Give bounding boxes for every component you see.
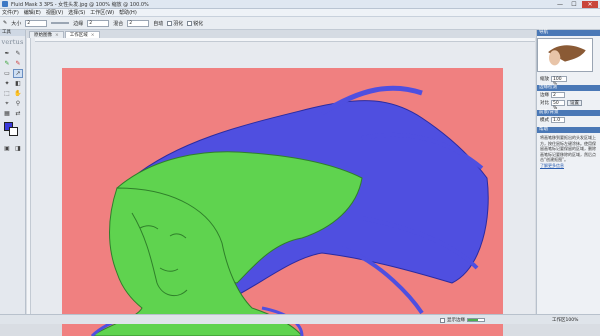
mode-field[interactable]: 1.0 xyxy=(551,117,565,123)
edge-row-field[interactable]: 2 xyxy=(551,92,565,98)
blend-label: 混合 xyxy=(113,20,124,27)
brush-icon[interactable]: ✎ xyxy=(13,49,23,58)
mode-row: 模式 1.0 xyxy=(537,116,600,124)
help-text-box: 将画笔移到要抠出的头发区域上方，按住鼠标左键涂抹。使用保留画笔标记要保留的区域，… xyxy=(537,133,600,170)
menu-workspace[interactable]: 工作区(W) xyxy=(90,9,114,16)
help-link[interactable]: 了解更多信息 xyxy=(540,163,564,168)
thumbnail-face xyxy=(549,50,561,66)
zoom-field[interactable]: 100 % xyxy=(551,76,567,87)
right-panel: 导航 缩放 100 % 边缘检测 边缘 2 对比 50 % 设置 前景/背景 模… xyxy=(536,30,600,314)
options-bar: ✎ 大小 2 边缘 2 混合 2 自动 羽化 锐化 xyxy=(0,17,600,30)
work-image[interactable] xyxy=(62,68,503,336)
window-title: Fluid Mask 3 3PS - 女性头发.jpg @ 100% 缩放 @ … xyxy=(11,1,149,8)
document-area: 原始图像 × 工作区域 × xyxy=(27,30,535,336)
status-bar: 显示边缘 工作区100% xyxy=(0,314,600,324)
lasso-icon[interactable]: ↗ xyxy=(13,69,23,78)
navigator-thumbnail[interactable] xyxy=(537,38,593,72)
zoom-row: 缩放 100 % xyxy=(537,76,600,87)
menu-help[interactable]: 帮助(H) xyxy=(119,9,137,16)
vertus-logo: vertus xyxy=(1,38,24,46)
tool-grid: ✒ ✎ ✎ ✎ ▭ ↗ ✦ ◧ ⬚ ✋ ⌖ ⚲ ▦ ⇄ xyxy=(0,48,25,119)
document-tabs: 原始图像 × 工作区域 × xyxy=(27,30,535,38)
menu-select[interactable]: 选择(S) xyxy=(68,9,85,16)
size-label: 大小 xyxy=(11,20,22,27)
view-original-icon[interactable]: ▣ xyxy=(2,144,12,153)
sharpen-label: 锐化 xyxy=(193,20,204,27)
checker-icon[interactable]: ▦ xyxy=(2,109,12,118)
contrast-row: 对比 50 % 设置 xyxy=(537,99,600,111)
sharpen-checkbox[interactable]: 锐化 xyxy=(187,20,203,27)
menu-edit[interactable]: 编辑(E) xyxy=(24,9,41,16)
mode-label: 模式 xyxy=(540,118,549,123)
app-icon xyxy=(2,1,8,7)
maximize-button[interactable]: ☐ xyxy=(568,1,580,8)
tab-workspace[interactable]: 工作区域 × xyxy=(64,31,100,38)
feather-label: 羽化 xyxy=(173,20,184,27)
menu-bar: 文件(F) 编辑(E) 视图(V) 选择(S) 工作区(W) 帮助(H) xyxy=(0,9,600,17)
size-field[interactable]: 2 xyxy=(25,19,48,27)
view-mask-icon[interactable]: ◨ xyxy=(13,144,23,153)
progress-bar xyxy=(467,318,485,322)
color-swatches xyxy=(2,122,23,140)
remove-brush-icon[interactable]: ✎ xyxy=(13,59,23,68)
swap-icon[interactable]: ⇄ xyxy=(13,109,23,118)
left-ruler xyxy=(27,38,31,314)
minimize-button[interactable]: — xyxy=(554,1,566,8)
background-color[interactable] xyxy=(9,127,18,136)
edge-field[interactable]: 2 xyxy=(87,19,110,27)
window-controls: — ☐ ✕ xyxy=(554,1,598,8)
edge-row: 边缘 2 xyxy=(537,91,600,99)
blend-field[interactable]: 2 xyxy=(127,19,150,27)
close-button[interactable]: ✕ xyxy=(582,1,598,8)
menu-file[interactable]: 文件(F) xyxy=(2,9,19,16)
canvas[interactable] xyxy=(27,38,535,336)
navigator-header: 导航 xyxy=(537,30,600,36)
status-left: 显示边缘 xyxy=(440,317,485,323)
edge-label: 边缘 xyxy=(73,20,84,27)
magic-wand-icon[interactable]: ✦ xyxy=(2,79,12,88)
edge-row-label: 边缘 xyxy=(540,93,549,98)
zoom-label: 缩放 xyxy=(540,77,549,82)
eyedropper-icon[interactable]: ⌖ xyxy=(2,99,12,108)
hand-icon[interactable]: ✋ xyxy=(13,89,23,98)
toolbox: 工具 vertus ✒ ✎ ✎ ✎ ▭ ↗ ✦ ◧ ⬚ ✋ ⌖ ⚲ ▦ ⇄ ▣ … xyxy=(0,30,26,314)
zoom-icon[interactable]: ⚲ xyxy=(13,99,23,108)
keep-brush-icon[interactable]: ✎ xyxy=(2,59,12,68)
brush-icon: ✎ xyxy=(3,20,8,26)
settings-button[interactable]: 设置 xyxy=(567,100,582,106)
size-slider[interactable] xyxy=(51,22,70,24)
progress-fill xyxy=(468,319,478,321)
feather-checkbox[interactable]: 羽化 xyxy=(167,20,183,27)
show-edges-label: 显示边缘 xyxy=(447,318,465,323)
show-edges-checkbox[interactable] xyxy=(440,317,445,323)
pen-icon[interactable]: ✒ xyxy=(2,49,12,58)
contrast-field[interactable]: 50 % xyxy=(551,100,565,111)
auto-label: 自动 xyxy=(153,20,164,27)
title-bar: Fluid Mask 3 3PS - 女性头发.jpg @ 100% 缩放 @ … xyxy=(0,0,600,9)
top-ruler xyxy=(35,38,535,42)
menu-view[interactable]: 视图(V) xyxy=(46,9,63,16)
eraser-icon[interactable]: ▭ xyxy=(2,69,12,78)
view-tools: ▣ ◨ xyxy=(0,143,25,154)
fill-icon[interactable]: ◧ xyxy=(13,79,23,88)
tab-original[interactable]: 原始图像 × xyxy=(29,31,64,38)
status-right-label: 工作区100% xyxy=(552,318,579,323)
patch-icon[interactable]: ⬚ xyxy=(2,89,12,98)
contrast-label: 对比 xyxy=(540,101,549,106)
help-text: 将画笔移到要抠出的头发区域上方，按住鼠标左键涂抹。使用保留画笔标记要保留的区域，… xyxy=(540,135,596,162)
